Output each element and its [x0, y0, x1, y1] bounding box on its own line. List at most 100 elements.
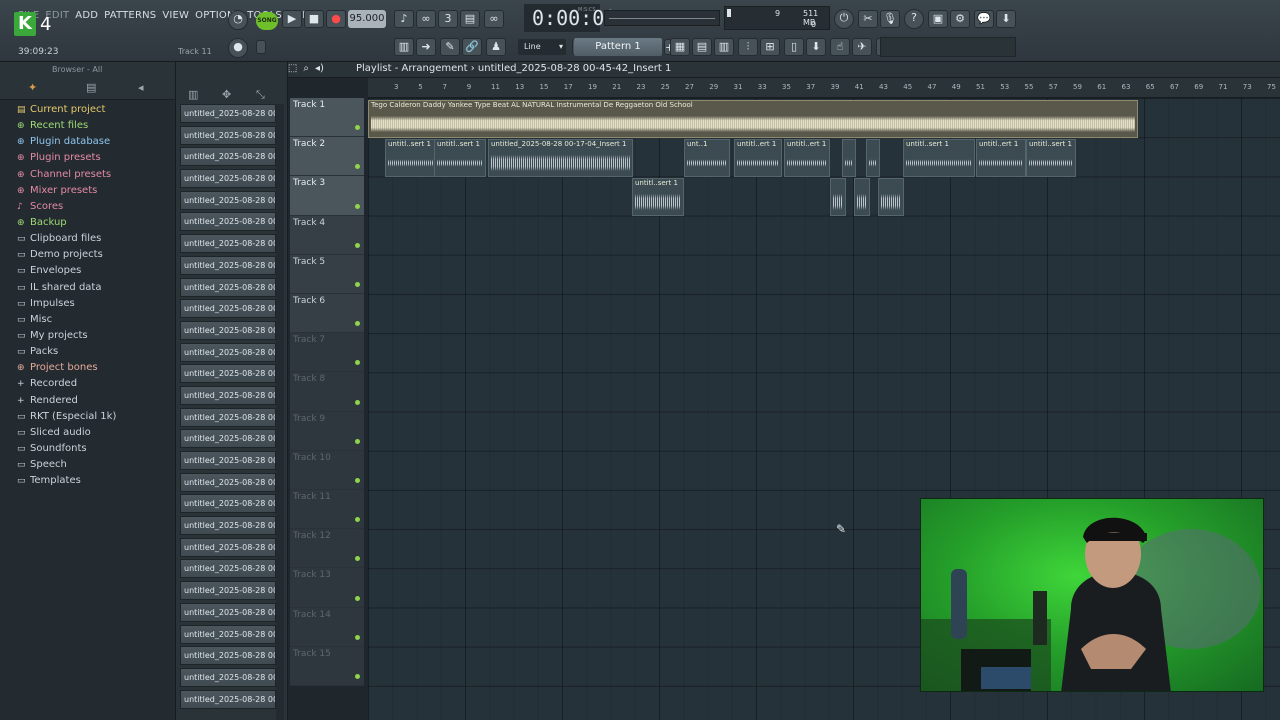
browser-item[interactable]: ▭ IL shared data: [0, 280, 175, 296]
browser-item[interactable]: ▭ Sliced audio: [0, 425, 175, 441]
bell-icon[interactable]: ♟: [486, 38, 506, 56]
track-header[interactable]: Track 3: [290, 176, 364, 216]
track-header[interactable]: Track 12: [290, 529, 364, 569]
audio-clip-track2-c[interactable]: untitled_2025-08-28 00-17-04_Insert 1: [488, 139, 633, 177]
picker-clip-item[interactable]: untitled_2025-08-28 00-: [180, 624, 276, 644]
browser-item[interactable]: ⊕ Project bones: [0, 360, 175, 376]
star-icon[interactable]: ✦: [28, 81, 37, 94]
track-mute-led-icon[interactable]: [355, 634, 360, 640]
track-mute-led-icon[interactable]: [355, 595, 360, 601]
pencil-icon[interactable]: ✎: [440, 38, 460, 56]
picker-clip-item[interactable]: untitled_2025-08-28 00-: [180, 602, 276, 622]
audio-clip-track2-g[interactable]: [842, 139, 856, 177]
link-icon[interactable]: 🔗: [462, 38, 482, 56]
move-icon[interactable]: ✥: [222, 88, 231, 101]
countdown-icon[interactable]: 3: [438, 10, 458, 28]
picker-clip-item[interactable]: untitled_2025-08-28 00-: [180, 104, 276, 123]
chat-icon[interactable]: 💬: [974, 10, 994, 28]
picker-clip-item[interactable]: untitled_2025-08-28 00-: [180, 320, 276, 340]
picker-clip-item[interactable]: untitled_2025-08-28 00-: [180, 147, 276, 167]
metronome-icon[interactable]: ♪: [394, 10, 414, 28]
track-mute-led-icon[interactable]: [355, 399, 360, 405]
master-slider[interactable]: [604, 10, 720, 26]
picker-clip-item[interactable]: untitled_2025-08-28 00-: [180, 537, 276, 557]
picker-clip-item[interactable]: untitled_2025-08-28 00-: [180, 494, 276, 514]
track-header[interactable]: Track 10: [290, 450, 364, 490]
track-header[interactable]: Track 1: [290, 98, 364, 138]
cut-icon[interactable]: ✂: [858, 10, 878, 28]
track-header[interactable]: Track 11: [290, 490, 364, 530]
audio-clip-track2-k[interactable]: untitl..sert 1: [1026, 139, 1076, 177]
master-pitch-slider[interactable]: [256, 40, 266, 54]
track-header[interactable]: Track 6: [290, 294, 364, 334]
picker-clip-item[interactable]: untitled_2025-08-28 00-: [180, 342, 276, 362]
picker-clip-item[interactable]: untitled_2025-08-28 00-: [180, 190, 276, 210]
browser-item[interactable]: ▭ Soundfonts: [0, 441, 175, 457]
browser-item[interactable]: ▭ My projects: [0, 328, 175, 344]
audio-clip-track2-h[interactable]: [866, 139, 880, 177]
picker-clip-item[interactable]: untitled_2025-08-28 00-: [180, 125, 276, 145]
track-mute-led-icon[interactable]: [355, 556, 360, 562]
browser-item[interactable]: ▭ Envelopes: [0, 263, 175, 279]
audio-clip-track2-e[interactable]: untitl..ert 1: [734, 139, 782, 177]
arrow-icon[interactable]: ➜: [416, 38, 436, 56]
picker-clip-item[interactable]: untitled_2025-08-28 00-: [180, 277, 276, 297]
playback-tool-icon[interactable]: ◂): [315, 63, 324, 74]
zoom-tool-icon[interactable]: ⌕: [303, 63, 309, 74]
audio-clip-track3-d[interactable]: [878, 178, 904, 216]
picker-clip-item[interactable]: untitled_2025-08-28 00-: [180, 234, 276, 254]
track-mute-led-icon[interactable]: [355, 477, 360, 483]
track-header[interactable]: Track 4: [290, 215, 364, 255]
track-mute-led-icon[interactable]: [355, 242, 360, 248]
audio-clip-track2-b[interactable]: untitl..sert 1: [434, 139, 486, 177]
browser-item[interactable]: ▭ Demo projects: [0, 247, 175, 263]
browser-item[interactable]: ▭ Clipboard files: [0, 231, 175, 247]
microphone-icon[interactable]: 🎙: [880, 10, 900, 28]
track-header[interactable]: Track 2: [290, 137, 364, 177]
picker-clip-item[interactable]: untitled_2025-08-28 00-: [180, 299, 276, 319]
track-header[interactable]: Track 9: [290, 411, 364, 451]
picker-clip-item[interactable]: untitled_2025-08-28 00-: [180, 212, 276, 232]
pattern-song-knob-icon[interactable]: ◔: [228, 10, 248, 30]
track-header[interactable]: Track 13: [290, 568, 364, 608]
loop-record-icon[interactable]: ∞: [484, 10, 504, 28]
browser-item[interactable]: ▭ Speech: [0, 457, 175, 473]
browser-item[interactable]: ⊕ Mixer presets: [0, 183, 175, 199]
snap-selector[interactable]: Line: [518, 39, 566, 55]
audio-clip-track3-c[interactable]: [854, 178, 870, 216]
picker-clip-item[interactable]: untitled_2025-08-28 00-: [180, 429, 276, 449]
download-icon[interactable]: ⬇: [996, 10, 1016, 28]
plugin-icon[interactable]: ⚙: [950, 10, 970, 28]
track-mute-led-icon[interactable]: [355, 164, 360, 170]
piano-roll-icon[interactable]: ▥: [394, 38, 414, 56]
picker-clip-item[interactable]: untitled_2025-08-28 00-: [180, 364, 276, 384]
track-header[interactable]: Track 14: [290, 607, 364, 647]
pattern-selector[interactable]: Pattern 1: [574, 38, 662, 56]
stop-icon[interactable]: ■: [304, 10, 324, 28]
picker-scrollbar[interactable]: [276, 104, 284, 720]
audio-clip-track3-b[interactable]: [830, 178, 846, 216]
picker-clip-item[interactable]: untitled_2025-08-28 00-: [180, 472, 276, 492]
picker-clip-item[interactable]: untitled_2025-08-28 00-: [180, 385, 276, 405]
browser-item[interactable]: + Rendered: [0, 393, 175, 409]
picker-clip-item[interactable]: untitled_2025-08-28 00-: [180, 516, 276, 536]
track-mute-led-icon[interactable]: [355, 125, 360, 131]
audio-clip-track2-j[interactable]: untitl..ert 1: [976, 139, 1026, 177]
track-mute-led-icon[interactable]: [355, 517, 360, 523]
audio-clip-track3-a[interactable]: untitl..sert 1: [632, 178, 684, 216]
audio-clip-track2-d[interactable]: unt..1: [684, 139, 730, 177]
picker-clip-item[interactable]: untitled_2025-08-28 00-: [180, 689, 276, 709]
channel-rack-icon[interactable]: ▤: [692, 38, 712, 56]
browser-item[interactable]: ▭ RKT (Especial 1k): [0, 409, 175, 425]
track-mute-led-icon[interactable]: [355, 203, 360, 209]
audio-clip-track2-f[interactable]: untitl..ert 1: [784, 139, 830, 177]
track-mute-led-icon[interactable]: [355, 360, 360, 366]
resize-icon[interactable]: ⤡: [256, 88, 265, 102]
picker-clip-item[interactable]: untitled_2025-08-28 00-: [180, 646, 276, 666]
track-mute-led-icon[interactable]: [355, 321, 360, 327]
record-icon[interactable]: ●: [326, 10, 346, 28]
track-header[interactable]: Track 15: [290, 646, 364, 686]
browser-item[interactable]: ▭ Misc: [0, 312, 175, 328]
master-volume-knob-icon[interactable]: ●: [228, 38, 248, 58]
select-tool-icon[interactable]: ⬚: [288, 63, 297, 74]
